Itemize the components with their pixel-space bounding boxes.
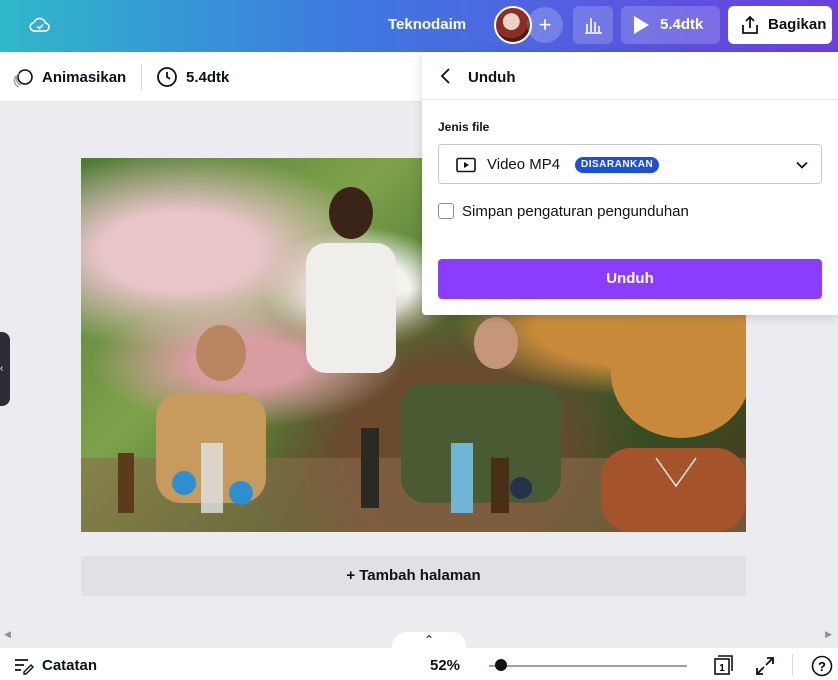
side-panel-toggle[interactable]: ‹ xyxy=(0,332,10,406)
download-button[interactable]: Unduh xyxy=(438,259,822,299)
project-title[interactable]: Teknodaim xyxy=(388,16,466,33)
notes-button[interactable]: Catatan xyxy=(42,657,97,674)
animate-button[interactable]: Animasikan xyxy=(42,69,126,86)
notes-icon[interactable] xyxy=(14,657,34,675)
pages-icon[interactable]: 1 xyxy=(713,655,735,675)
bar-chart-icon xyxy=(585,18,602,34)
file-type-label: Jenis file xyxy=(438,120,490,134)
animate-icon[interactable] xyxy=(12,67,34,89)
download-panel-title: Unduh xyxy=(468,69,516,86)
zoom-percentage[interactable]: 52% xyxy=(430,657,460,674)
clock-icon[interactable] xyxy=(156,66,178,88)
top-bar: Teknodaim + 5.4dtk Bagikan xyxy=(0,0,838,52)
play-icon xyxy=(634,16,649,34)
help-icon[interactable]: ? xyxy=(811,655,833,677)
bottom-bar: Catatan 52% 1 ? xyxy=(0,648,838,680)
file-type-value: Video MP4 xyxy=(487,156,561,173)
save-settings-label[interactable]: Simpan pengaturan pengunduhan xyxy=(462,203,689,220)
zoom-slider[interactable] xyxy=(489,665,687,667)
recommended-badge: DISARANKAN xyxy=(575,157,660,173)
add-collaborator-button[interactable]: + xyxy=(527,7,563,43)
collapse-pages-button[interactable]: ⌃ xyxy=(392,632,466,648)
chevron-down-icon xyxy=(796,161,808,169)
share-button[interactable]: Bagikan xyxy=(728,6,832,44)
scroll-right-icon[interactable]: ▶ xyxy=(825,629,832,640)
share-upload-icon xyxy=(742,15,758,34)
divider xyxy=(141,64,142,90)
cloud-check-icon[interactable] xyxy=(28,13,52,37)
zoom-slider-handle[interactable] xyxy=(494,659,507,671)
download-panel-header: Unduh xyxy=(422,52,838,100)
duration-button[interactable]: 5.4dtk xyxy=(186,69,229,86)
present-button[interactable]: 5.4dtk xyxy=(621,6,720,44)
save-settings-checkbox[interactable] xyxy=(438,203,454,219)
present-duration-label: 5.4dtk xyxy=(660,16,704,33)
pages-count: 1 xyxy=(719,663,725,674)
fullscreen-icon[interactable] xyxy=(755,656,775,676)
divider xyxy=(792,654,793,676)
insights-button[interactable] xyxy=(573,6,613,44)
video-icon xyxy=(456,157,476,173)
file-type-select[interactable]: Video MP4 DISARANKAN xyxy=(438,144,822,184)
svg-text:?: ? xyxy=(818,659,826,674)
download-panel: Unduh Jenis file Video MP4 DISARANKAN Si… xyxy=(422,52,838,315)
scroll-left-icon[interactable]: ◀ xyxy=(4,629,11,640)
add-page-button[interactable]: + Tambah halaman xyxy=(81,556,746,596)
back-arrow-icon[interactable] xyxy=(438,67,454,85)
share-label: Bagikan xyxy=(768,16,827,33)
